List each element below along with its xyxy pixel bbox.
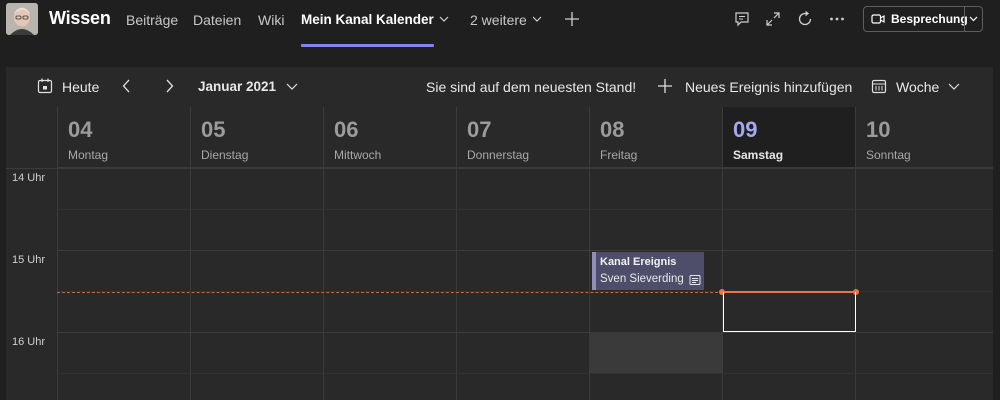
day-header[interactable]: 08 Freitag — [590, 107, 722, 168]
day-number: 10 — [866, 117, 891, 142]
day-name: Donnerstag — [467, 148, 530, 162]
hour-label: 16 Uhr — [12, 336, 46, 348]
team-name: Wissen — [49, 8, 111, 28]
tab-beitraege[interactable]: Beiträge — [126, 12, 178, 28]
tab-more[interactable]: 2 weitere — [470, 12, 527, 28]
team-avatar[interactable] — [6, 3, 38, 35]
add-tab-icon[interactable] — [564, 11, 580, 27]
chevron-down-icon[interactable] — [968, 14, 979, 24]
chat-icon[interactable] — [733, 10, 751, 28]
meet-button[interactable]: Besprechung — [863, 6, 983, 32]
hour-label: 14 Uhr — [12, 172, 46, 184]
chevron-down-icon[interactable] — [283, 77, 301, 95]
day-number: 04 — [68, 117, 93, 142]
top-bar: Wissen Beiträge Dateien Wiki Mein Kanal … — [0, 0, 1000, 48]
day-column-today[interactable]: 09 Samstag — [722, 107, 855, 400]
meet-button-label: Besprechung — [891, 12, 968, 26]
day-column[interactable]: 10 Sonntag — [855, 107, 993, 400]
day-number: 08 — [600, 117, 625, 142]
video-camera-icon — [871, 14, 885, 24]
day-header[interactable]: 10 Sonntag — [856, 107, 993, 168]
active-tab-indicator — [301, 44, 434, 47]
divider — [964, 7, 965, 31]
hour-line — [57, 332, 993, 333]
day-header[interactable]: 06 Mittwoch — [324, 107, 456, 168]
sync-status: Sie sind auf dem neuesten Stand! — [426, 79, 637, 95]
day-number: 06 — [334, 117, 359, 142]
event-title: Kanal Ereignis — [600, 256, 677, 268]
day-header[interactable]: 04 Montag — [58, 107, 190, 168]
day-column[interactable]: 05 Dienstag — [190, 107, 323, 400]
chevron-left-icon[interactable] — [118, 77, 136, 95]
day-number: 07 — [467, 117, 492, 142]
day-name: Mittwoch — [334, 148, 382, 162]
tab-dateien[interactable]: Dateien — [193, 12, 241, 28]
calendar-today-icon[interactable] — [36, 77, 54, 95]
tab-mein-kanal-kalender[interactable]: Mein Kanal Kalender — [301, 12, 434, 27]
header-divider — [6, 168, 993, 169]
chevron-right-icon[interactable] — [160, 77, 178, 95]
day-name: Dienstag — [201, 148, 249, 162]
view-picker[interactable]: Woche — [896, 79, 939, 95]
refresh-icon[interactable] — [796, 10, 814, 28]
day-name: Sonntag — [866, 148, 911, 162]
day-name: Samstag — [733, 148, 784, 162]
event-organizer: Sven Sieverding — [600, 273, 684, 285]
month-picker[interactable]: Januar 2021 — [198, 79, 276, 94]
chevron-down-icon[interactable] — [438, 14, 450, 24]
chevron-down-icon[interactable] — [945, 77, 963, 95]
channel-meeting-icon — [689, 275, 701, 285]
day-header-today[interactable]: 09 Samstag — [723, 107, 855, 168]
tab-wiki[interactable]: Wiki — [258, 12, 284, 28]
plus-icon[interactable] — [656, 77, 674, 95]
chevron-down-icon[interactable] — [531, 14, 543, 24]
day-name: Montag — [68, 148, 109, 162]
day-column[interactable]: 06 Mittwoch — [323, 107, 456, 400]
half-hour-line — [57, 209, 993, 210]
day-name: Freitag — [600, 148, 638, 162]
more-icon[interactable] — [828, 10, 846, 28]
day-header[interactable]: 07 Donnerstag — [457, 107, 589, 168]
day-header[interactable]: 05 Dienstag — [191, 107, 323, 168]
day-column[interactable]: 07 Donnerstag — [456, 107, 589, 400]
calendar-week-icon[interactable] — [870, 77, 888, 95]
half-hour-line — [57, 373, 993, 374]
hour-line — [57, 250, 993, 251]
calendar-toolbar: Heute Januar 2021 Sie sind auf dem neues… — [6, 67, 993, 107]
current-time-line — [57, 292, 723, 293]
today-button[interactable]: Heute — [62, 79, 99, 95]
hour-label: 15 Uhr — [12, 254, 46, 266]
calendar-grid: 04 Montag 05 Dienstag 06 Mittwoch 07 Don… — [6, 107, 993, 400]
calendar-event[interactable]: Kanal Ereignis Sven Sieverding — [592, 252, 704, 290]
expand-icon[interactable] — [764, 10, 782, 28]
day-number: 05 — [201, 117, 226, 142]
day-number: 09 — [733, 117, 758, 142]
add-event-button[interactable]: Neues Ereignis hinzufügen — [685, 79, 852, 95]
busy-time-block — [589, 332, 722, 373]
selected-time-slot[interactable] — [723, 292, 856, 332]
day-column[interactable]: 04 Montag — [57, 107, 190, 400]
